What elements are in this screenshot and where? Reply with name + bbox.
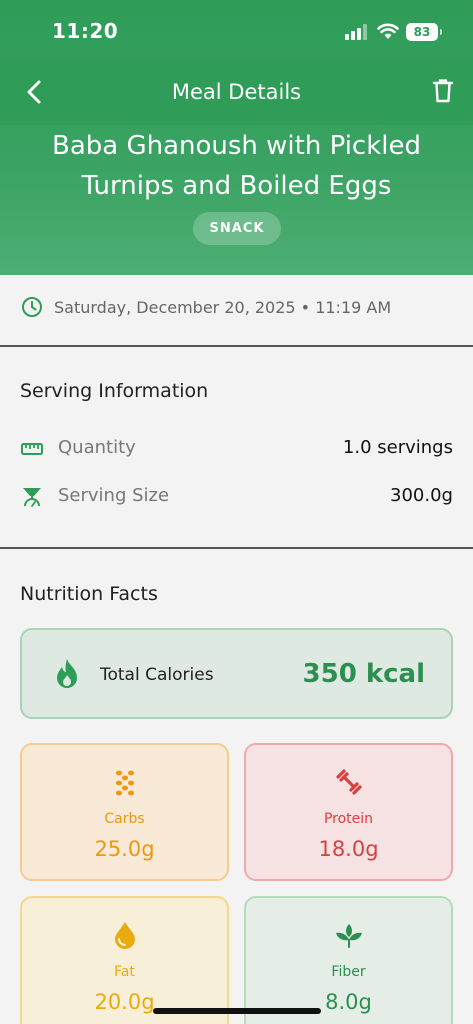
fat-label: Fat: [114, 964, 135, 980]
meal-datetime: Saturday, December 20, 2025 • 11:19 AM: [54, 298, 392, 317]
quantity-value: 1.0 servings: [342, 437, 453, 458]
serving-size-label: Serving Size: [58, 485, 170, 506]
quantity-label: Quantity: [58, 437, 136, 458]
status-time: 11:20: [52, 19, 119, 43]
signal-icon: [345, 24, 367, 40]
quantity-row: Quantity 1.0 servings: [0, 434, 473, 466]
calories-label: Total Calories: [100, 665, 214, 685]
nav-bar: Meal Details: [0, 60, 473, 125]
trash-icon[interactable]: [432, 78, 454, 104]
carbs-label: Carbs: [104, 811, 145, 827]
serving-size-value: 300.0g: [390, 485, 453, 506]
serving-section-title: Serving Information: [20, 380, 209, 402]
carbs-value: 25.0g: [94, 837, 155, 861]
grains-icon: [116, 770, 134, 796]
meal-datetime-row: Saturday, December 20, 2025 • 11:19 AM: [0, 275, 473, 347]
dumbbell-icon: [336, 769, 362, 795]
home-indicator[interactable]: [153, 1008, 321, 1014]
ruler-icon: [21, 443, 43, 455]
nutrition-section-title: Nutrition Facts: [20, 583, 158, 605]
meal-category-badge: SNACK: [193, 212, 281, 245]
page-title: Meal Details: [171, 80, 302, 104]
clock-icon: [22, 297, 42, 317]
scale-icon: [23, 488, 41, 507]
carbs-card: Carbs 25.0g: [20, 743, 229, 881]
serving-size-row: Serving Size 300.0g: [0, 482, 473, 514]
status-bar: 11:20 83: [0, 0, 473, 60]
fat-card: Fat 20.0g: [20, 896, 229, 1024]
leaf-icon: [336, 924, 362, 948]
wifi-icon: [377, 23, 399, 39]
battery-indicator: 83: [406, 23, 442, 41]
protein-label: Protein: [323, 811, 374, 827]
protein-value: 18.0g: [318, 837, 379, 861]
calories-value: 350 kcal: [302, 659, 425, 689]
protein-card: Protein 18.0g: [244, 743, 453, 881]
drop-icon: [115, 922, 135, 949]
flame-icon: [57, 659, 77, 688]
serving-information-section: Serving Information Quantity 1.0 serving…: [0, 349, 473, 549]
total-calories-card: Total Calories 350 kcal: [20, 628, 453, 719]
fiber-card: Fiber 8.0g: [244, 896, 453, 1024]
meal-header: 11:20 83 Meal Details Baba Ghanoush with…: [0, 0, 473, 275]
fiber-label: Fiber: [331, 964, 366, 980]
meal-title: Baba Ghanoush with Pickled Turnips and B…: [51, 131, 421, 201]
